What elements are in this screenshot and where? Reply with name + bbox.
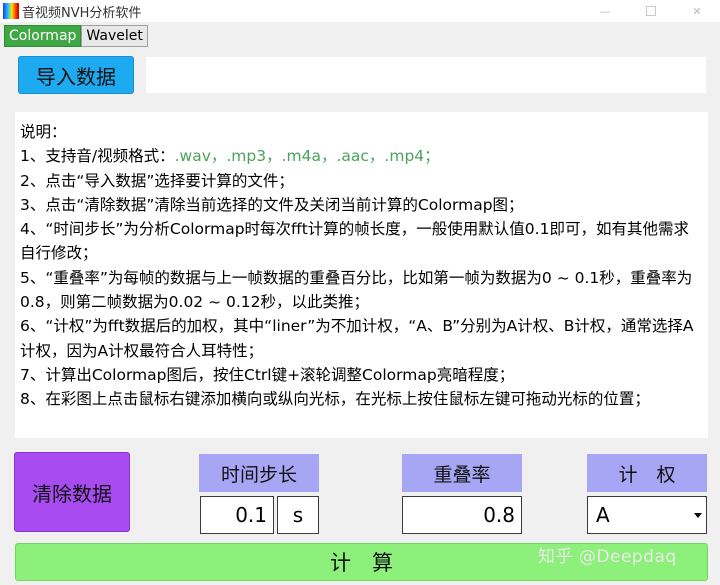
time-step-input[interactable]: 0.1 [200,496,274,534]
overlap-input[interactable]: 0.8 [402,496,522,534]
watermark: 知乎 @Deepdaq [538,547,677,567]
supported-formats: .wav，.mp3，.m4a，.aac，.mp4； [174,147,440,166]
instruction-line-3: 3、点击“清除数据”清除当前选择的文件及关闭当前计算的Colormap图； [20,195,524,214]
file-path-field[interactable] [145,56,707,94]
instruction-line-5: 5、“重叠率”为每帧的数据与上一帧数据的重叠百分比，比如第一帧为数据为0 ~ 0… [20,268,693,312]
window-controls: — ✕ [582,0,720,22]
instruction-line-2: 2、点击“导入数据”选择要计算的文件； [20,171,294,190]
instruction-line-6: 6、“计权”为fft数据后的加权，其中“liner”为不加计权，“A、B”分别为… [20,317,694,360]
clear-data-button[interactable]: 清除数据 [14,452,130,532]
tab-wavelet[interactable]: Wavelet [81,25,148,47]
minimize-icon: — [599,4,611,18]
app-icon [3,3,19,19]
instructions-heading: 说明： [20,123,67,141]
maximize-icon [646,6,656,16]
time-step-unit: s [277,496,319,534]
instruction-line-4: 4、“时间步长”为分析Colormap时每次fft计算的帧长度，一般使用默认值0… [20,220,689,263]
instructions-panel: 说明： 1、支持音/视频格式：.wav，.mp3，.m4a，.aac，.mp4；… [15,112,708,438]
weighting-label: 计 权 [587,454,707,492]
minimize-button[interactable]: — [582,0,628,22]
dropdown-arrow-icon[interactable] [694,513,702,518]
title-bar: 音视频NVH分析软件 — ✕ [0,0,720,22]
time-step-label: 时间步长 [199,454,319,492]
overlap-label: 重叠率 [402,454,522,492]
tab-colormap[interactable]: Colormap [4,25,82,47]
window-title: 音视频NVH分析软件 [22,5,142,21]
instruction-line-7: 7、计算出Colormap图后，按住Ctrl键+滚轮调整Colormap亮暗程度… [20,365,515,384]
weighting-selected-value: A [596,503,610,527]
import-data-button[interactable]: 导入数据 [18,56,134,94]
instruction-line-1: 1、支持音/视频格式：.wav，.mp3，.m4a，.aac，.mp4； [20,144,704,168]
maximize-button[interactable] [628,0,674,22]
instruction-line-8: 8、在彩图上点击鼠标右键添加横向或纵向光标，在光标上按住鼠标左键可拖动光标的位置… [20,390,650,409]
instruction-line-1-prefix: 1、支持音/视频格式： [20,147,175,166]
close-button[interactable]: ✕ [674,0,720,22]
tab-bar: Colormap Wavelet [4,25,148,47]
weighting-select[interactable]: A [587,496,707,534]
close-icon: ✕ [692,4,702,18]
